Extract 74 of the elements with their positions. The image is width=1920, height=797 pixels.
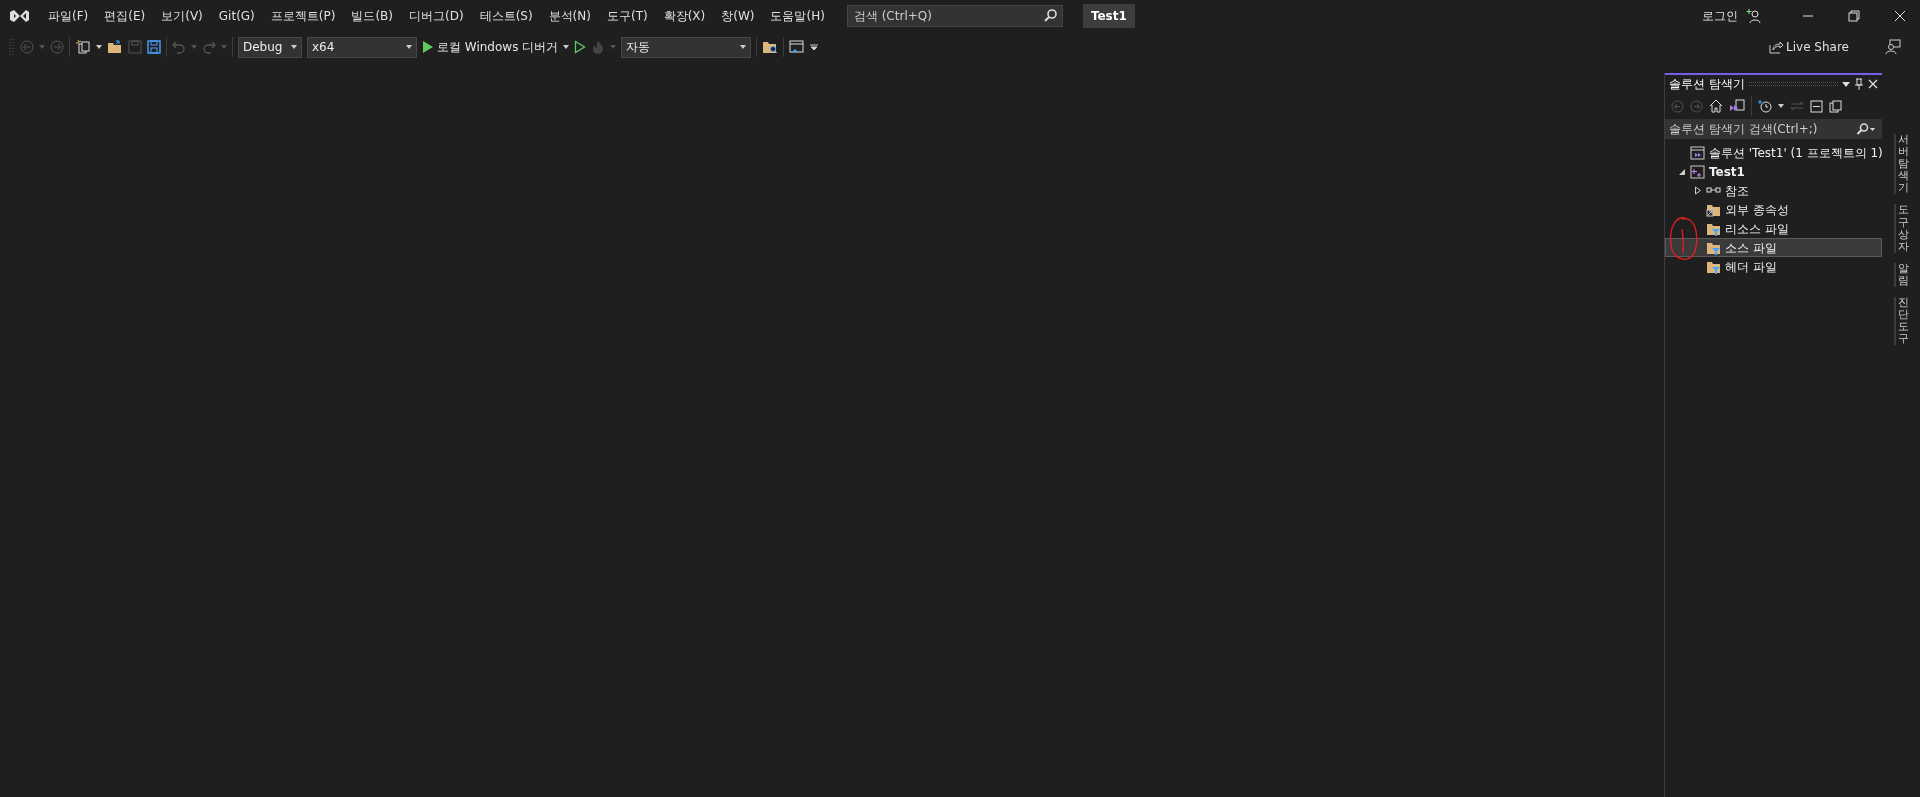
folder-search-icon[interactable]	[762, 40, 779, 54]
dropdown-icon[interactable]	[1842, 81, 1850, 87]
platform-dropdown[interactable]: x64	[307, 36, 417, 58]
annotation-drawing	[1667, 215, 1699, 263]
tree-item[interactable]: 헤더 파일	[1665, 257, 1882, 276]
search-field[interactable]: 검색 (Ctrl+Q)	[846, 5, 1063, 27]
menu-item[interactable]: 프로젝트(P)	[262, 4, 344, 28]
tree-item[interactable]: 참조	[1665, 181, 1882, 200]
menu-item[interactable]: 도움말(H)	[762, 4, 833, 28]
collapse-all-icon[interactable]	[1810, 99, 1823, 113]
menu-item[interactable]: Git(G)	[210, 4, 263, 28]
collapsed-arrow-icon[interactable]	[1694, 186, 1702, 195]
side-tab[interactable]: 서버 탐색기	[1893, 134, 1909, 195]
side-tab[interactable]: 진단 도구	[1893, 297, 1909, 346]
filter-folder-icon	[1706, 259, 1721, 274]
close-icon[interactable]	[1894, 10, 1906, 22]
sign-in-link[interactable]: 로그인	[1694, 4, 1746, 28]
project-icon	[1690, 164, 1705, 179]
home-icon[interactable]	[1709, 99, 1723, 113]
play-icon	[422, 40, 434, 54]
startup-item-dropdown[interactable]: 자동	[621, 36, 752, 58]
search-icon[interactable]	[1043, 9, 1057, 22]
panel-title: 솔루션 탐색기	[1669, 76, 1745, 93]
menu-item[interactable]: 확장(X)	[655, 4, 714, 28]
caret-icon	[291, 45, 297, 49]
menu-item[interactable]: 도구(T)	[598, 4, 656, 28]
switch-views-icon[interactable]	[1729, 99, 1745, 113]
tree-item[interactable]: 외부 종속성	[1665, 200, 1882, 219]
app-logo-icon	[8, 7, 30, 25]
add-user-icon[interactable]	[1746, 8, 1762, 24]
side-tab[interactable]: 알림	[1893, 262, 1909, 288]
caret-icon[interactable]	[1778, 104, 1784, 108]
project-name-badge: Test1	[1082, 4, 1135, 28]
play-outline-icon[interactable]	[574, 40, 587, 54]
search-icon[interactable]	[1856, 123, 1876, 135]
menu-item[interactable]: 디버그(D)	[401, 4, 472, 28]
caret-icon[interactable]	[563, 45, 570, 49]
search-field[interactable]: 솔루션 탐색기 검색(Ctrl+;)	[1665, 119, 1882, 139]
live-share-button[interactable]: Live Share	[1769, 38, 1849, 56]
menu-item[interactable]: 파일(F)	[40, 4, 97, 28]
caret-icon	[740, 45, 747, 49]
menu-item[interactable]: 편집(E)	[96, 4, 154, 28]
tree-item[interactable]: 소스 파일	[1665, 238, 1882, 257]
side-tab[interactable]: 도구 상자	[1893, 204, 1909, 253]
feedback-icon[interactable]	[1885, 39, 1901, 55]
tree-item[interactable]: 솔루션 'Test1' (1 프로젝트의 1)	[1665, 143, 1882, 162]
caret-icon[interactable]	[96, 45, 102, 49]
solution-icon	[1690, 145, 1705, 160]
tree-item[interactable]: 리소스 파일	[1665, 219, 1882, 238]
filter-folder-icon	[1706, 240, 1721, 255]
pending-changes-icon[interactable]	[1758, 99, 1772, 113]
window-layout-icon[interactable]	[789, 39, 806, 55]
tree-item[interactable]: Test1	[1665, 162, 1882, 181]
open-folder-icon[interactable]	[107, 40, 123, 54]
close-icon[interactable]	[1868, 79, 1878, 89]
expanded-arrow-icon[interactable]	[1678, 167, 1686, 176]
menu-item[interactable]: 분석(N)	[540, 4, 599, 28]
configuration-dropdown[interactable]: Debug	[238, 36, 302, 58]
pin-icon[interactable]	[1854, 78, 1864, 90]
show-all-files-icon[interactable]	[1829, 99, 1842, 113]
caret-icon	[406, 45, 412, 49]
share-icon	[1769, 40, 1784, 54]
menu-item[interactable]: 보기(V)	[153, 4, 211, 28]
start-debugging-button[interactable]: 로컬 Windows 디버거	[422, 38, 559, 56]
restore-icon[interactable]	[1848, 10, 1860, 22]
new-project-icon[interactable]	[75, 39, 91, 55]
overflow-icon[interactable]	[810, 43, 819, 51]
save-all-icon[interactable]	[147, 40, 161, 54]
menu-item[interactable]: 창(W)	[713, 4, 763, 28]
menu-item[interactable]: 테스트(S)	[471, 4, 541, 28]
menu-item[interactable]: 빌드(B)	[343, 4, 401, 28]
filter-folder-icon	[1706, 221, 1721, 236]
dependency-folder-icon	[1706, 202, 1721, 217]
grip-icon	[8, 37, 15, 57]
